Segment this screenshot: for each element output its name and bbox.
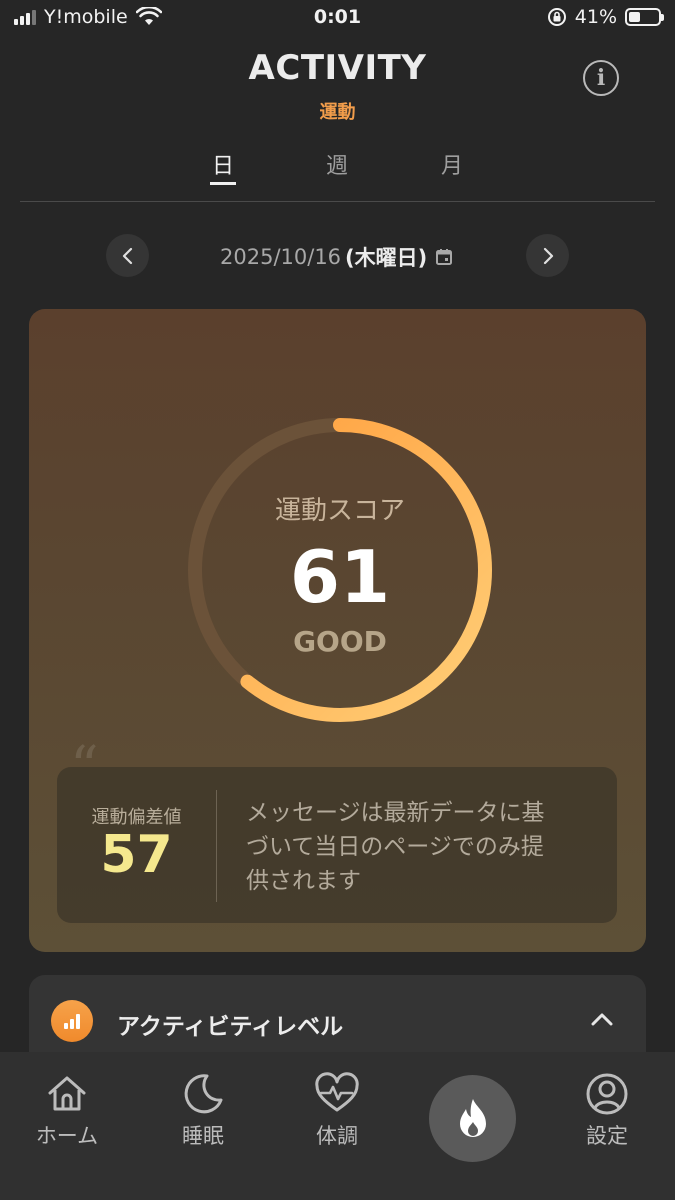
message-text: メッセージは最新データに基づいて当日のページでのみ提供されます [246, 800, 545, 894]
tab-condition-label: 体調 [316, 1124, 358, 1148]
orientation-lock-icon [547, 8, 566, 26]
weekday-text: (木曜日) [345, 246, 428, 270]
moon-icon [184, 1074, 223, 1114]
activity-level-title: アクティビティレベル [117, 1014, 344, 1040]
chevron-right-icon [543, 247, 553, 264]
flame-icon [459, 1098, 486, 1137]
tab-settings-label: 設定 [586, 1124, 628, 1148]
info-icon: i [596, 65, 606, 91]
info-button[interactable]: i [583, 60, 619, 96]
bar-chart-icon [51, 1000, 93, 1042]
tab-sleep-label: 睡眠 [182, 1124, 224, 1148]
date-picker[interactable]: 2025/10/16 (木曜日) [220, 242, 453, 272]
tab-settings[interactable]: 設定 [547, 1072, 667, 1150]
tab-month[interactable]: 月 [422, 148, 482, 180]
battery-percent: 41% [574, 6, 617, 28]
page-title: ACTIVITY [248, 48, 427, 88]
deviation-value: 57 [100, 825, 173, 885]
tab-condition[interactable]: 体調 [277, 1072, 397, 1150]
status-bar: Y!mobile 0:01 41% [0, 0, 675, 40]
heart-pulse-icon [315, 1072, 359, 1112]
message-separator [216, 790, 217, 902]
score-label: 運動スコア [274, 496, 405, 526]
chevron-left-icon [122, 247, 132, 264]
calendar-icon [436, 249, 453, 265]
activity-fab-button[interactable] [429, 1075, 516, 1162]
score-grade: GOOD [293, 625, 387, 658]
chevron-up-icon[interactable] [588, 1006, 616, 1034]
date-text: 2025/10/16 [220, 245, 342, 269]
tab-sleep[interactable]: 睡眠 [143, 1072, 263, 1150]
tab-home-label: ホーム [35, 1124, 99, 1148]
home-icon [48, 1076, 86, 1111]
tab-week[interactable]: 週 [307, 148, 367, 180]
prev-date-button[interactable] [106, 234, 149, 277]
tab-day[interactable]: 日 [193, 148, 253, 185]
tabs-divider [20, 201, 655, 202]
next-date-button[interactable] [526, 234, 569, 277]
status-right: 41% [547, 6, 664, 28]
battery-icon [625, 8, 664, 26]
score-value: 61 [289, 535, 391, 619]
user-circle-icon [586, 1073, 628, 1115]
tab-home[interactable]: ホーム [7, 1072, 127, 1150]
page-subtitle: 運動 [319, 102, 356, 123]
